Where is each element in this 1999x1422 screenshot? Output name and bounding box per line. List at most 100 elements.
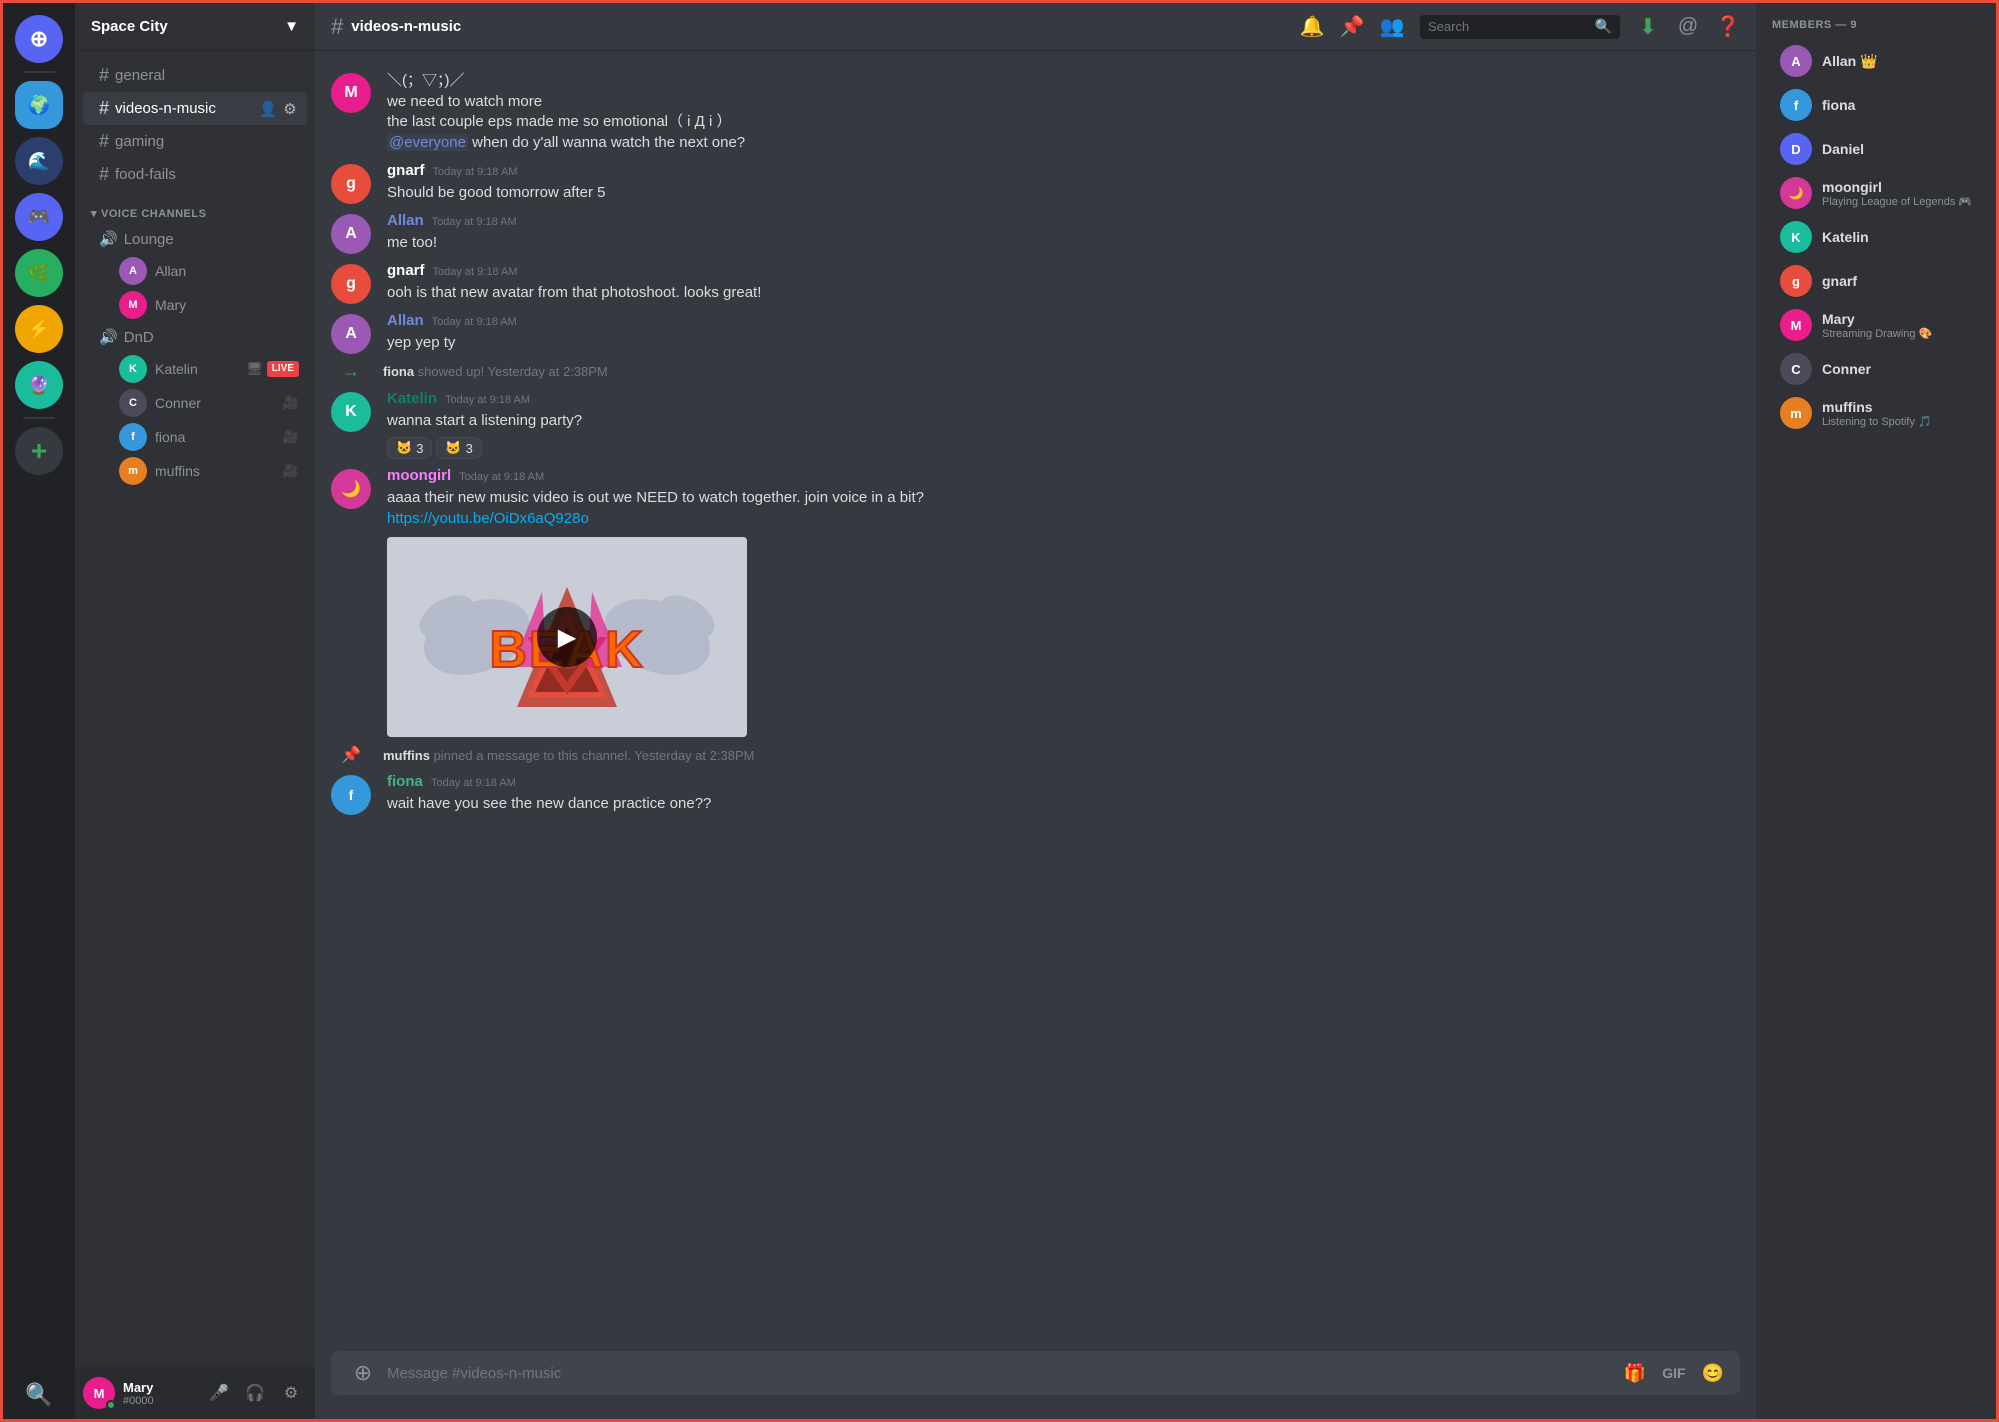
play-button[interactable]: ▶ bbox=[537, 607, 597, 667]
join-icon: → bbox=[342, 361, 360, 382]
discover-icon[interactable]: 🔍 bbox=[27, 1383, 51, 1407]
msg-avatar-moongirl[interactable]: 🌙 bbox=[331, 469, 371, 509]
add-server-button[interactable]: + bbox=[15, 427, 63, 475]
join-icon-wrapper: → bbox=[331, 362, 371, 382]
add-member-icon[interactable]: 👤 bbox=[259, 100, 277, 118]
msg-text-line3: @everyone when do y'all wanna watch the … bbox=[387, 133, 1740, 154]
msg-avatar-gnarf[interactable]: g bbox=[331, 164, 371, 204]
reaction-cat-2[interactable]: 🐱 3 bbox=[436, 437, 481, 459]
voice-channel-lounge[interactable]: 🔊 Lounge bbox=[83, 224, 307, 254]
msg-header-moongirl: moongirl Today at 9:18 AM bbox=[387, 467, 1740, 484]
msg-content-katelin: Katelin Today at 9:18 AM wanna start a l… bbox=[387, 390, 1740, 460]
deafen-button[interactable]: 🎧 bbox=[239, 1377, 271, 1409]
gif-button[interactable]: GIF bbox=[1658, 1363, 1689, 1383]
member-avatar-allan: A bbox=[1780, 45, 1812, 77]
member-name-gnarf: gnarf bbox=[1822, 273, 1980, 289]
member-item-mary[interactable]: M Mary Streaming Drawing 🎨 bbox=[1764, 303, 1988, 347]
at-icon[interactable]: @ bbox=[1676, 15, 1700, 39]
server-header[interactable]: Space City ▼ bbox=[75, 3, 315, 51]
member-item-katelin[interactable]: K Katelin bbox=[1764, 215, 1988, 259]
main-content: # videos-n-music 🔔 📌 👥 Search 🔍 ⬇ @ ❓ M bbox=[315, 3, 1756, 1419]
member-item-daniel[interactable]: D Daniel bbox=[1764, 127, 1988, 171]
voice-channel-dnd[interactable]: 🔊 DnD bbox=[83, 322, 307, 352]
hash-icon: # bbox=[99, 65, 109, 86]
server-icon-5[interactable]: ⚡ bbox=[15, 305, 63, 353]
channel-item-videos-n-music[interactable]: # videos-n-music 👤 ⚙ bbox=[83, 92, 307, 125]
reaction-cat-1[interactable]: 🐱 3 bbox=[387, 437, 432, 459]
msg-avatar-allan-2[interactable]: A bbox=[331, 314, 371, 354]
pin-icon[interactable]: 📌 bbox=[1340, 15, 1364, 39]
settings-icon[interactable]: ⚙ bbox=[281, 100, 299, 118]
msg-username-allan-1[interactable]: Allan bbox=[387, 212, 424, 229]
member-status-muffins: Listening to Spotify 🎵 bbox=[1822, 415, 1980, 428]
member-item-muffins[interactable]: m muffins Listening to Spotify 🎵 bbox=[1764, 391, 1988, 435]
msg-content-moongirl: moongirl Today at 9:18 AM aaaa their new… bbox=[387, 467, 1740, 737]
msg-username-gnarf[interactable]: gnarf bbox=[387, 162, 425, 179]
msg-avatar-katelin[interactable]: K bbox=[331, 392, 371, 432]
help-icon[interactable]: ❓ bbox=[1716, 15, 1740, 39]
msg-text-gnarf-2: ooh is that new avatar from that photosh… bbox=[387, 283, 1740, 304]
download-icon[interactable]: ⬇ bbox=[1636, 15, 1660, 39]
message-group-gnarf-2: g gnarf Today at 9:18 AM ooh is that new… bbox=[315, 258, 1756, 308]
member-status-moongirl: Playing League of Legends 🎮 bbox=[1822, 195, 1980, 208]
voice-member-katelin[interactable]: K Katelin 🖥 LIVE bbox=[83, 352, 307, 386]
mute-button[interactable]: 🎤 bbox=[203, 1377, 235, 1409]
msg-avatar-allan-1[interactable]: A bbox=[331, 214, 371, 254]
add-attachment-button[interactable]: ⊕ bbox=[347, 1357, 379, 1389]
msg-username-gnarf-2[interactable]: gnarf bbox=[387, 262, 425, 279]
server-icon-4[interactable]: 🌿 bbox=[15, 249, 63, 297]
channel-name-videos: videos-n-music bbox=[115, 100, 216, 117]
members-icon[interactable]: 👥 bbox=[1380, 15, 1404, 39]
server-icon-6[interactable]: 🔮 bbox=[15, 361, 63, 409]
channel-list: # general # videos-n-music 👤 ⚙ # gaming … bbox=[75, 51, 315, 1367]
emoji-button[interactable]: 😊 bbox=[1702, 1363, 1724, 1384]
dnd-channel-name: DnD bbox=[124, 329, 154, 346]
voice-member-allan[interactable]: A Allan bbox=[83, 254, 307, 288]
msg-username-fiona[interactable]: fiona bbox=[387, 773, 423, 790]
system-text-fiona-joined: fiona showed up! Yesterday at 2:38PM bbox=[383, 364, 608, 379]
msg-username-katelin[interactable]: Katelin bbox=[387, 390, 437, 407]
channel-item-general[interactable]: # general bbox=[83, 59, 307, 92]
reaction-count-1: 3 bbox=[416, 441, 423, 456]
search-box[interactable]: Search 🔍 bbox=[1420, 15, 1620, 39]
msg-content-allan-1: Allan Today at 9:18 AM me too! bbox=[387, 212, 1740, 254]
voice-member-conner[interactable]: C Conner 🎥 bbox=[83, 386, 307, 420]
msg-avatar-gnarf-2[interactable]: g bbox=[331, 264, 371, 304]
member-item-gnarf[interactable]: g gnarf bbox=[1764, 259, 1988, 303]
notification-bell-icon[interactable]: 🔔 bbox=[1300, 15, 1324, 39]
message-group-fiona: f fiona Today at 9:18 AM wait have you s… bbox=[315, 769, 1756, 819]
member-item-conner[interactable]: C Conner bbox=[1764, 347, 1988, 391]
message-input[interactable] bbox=[387, 1365, 1624, 1382]
member-item-allan[interactable]: A Allan 👑 bbox=[1764, 39, 1988, 83]
discord-home-icon[interactable]: ⊕ bbox=[15, 15, 63, 63]
member-avatar-fiona: f bbox=[1780, 89, 1812, 121]
member-info-allan: Allan 👑 bbox=[1822, 53, 1980, 70]
server-dropdown-icon[interactable]: ▼ bbox=[284, 18, 299, 35]
voice-member-fiona[interactable]: f fiona 🎥 bbox=[83, 420, 307, 454]
msg-username-moongirl[interactable]: moongirl bbox=[387, 467, 451, 484]
katelin-icons: 🖥 LIVE bbox=[246, 361, 299, 377]
msg-username-allan-2[interactable]: Allan bbox=[387, 312, 424, 329]
server-icon-3[interactable]: 🎮 bbox=[15, 193, 63, 241]
member-item-fiona[interactable]: f fiona bbox=[1764, 83, 1988, 127]
voice-section-label: VOICE CHANNELS bbox=[101, 208, 206, 220]
youtube-link[interactable]: https://youtu.be/OiDx6aQ928o bbox=[387, 510, 589, 527]
voice-member-mary[interactable]: M Mary bbox=[83, 288, 307, 322]
voice-channels-header[interactable]: ▾ VOICE CHANNELS bbox=[75, 191, 315, 224]
msg-header-gnarf-1: gnarf Today at 9:18 AM bbox=[387, 162, 1740, 179]
video-embed[interactable]: BEAK ▶ bbox=[387, 537, 747, 737]
user-name: Mary bbox=[123, 1380, 195, 1395]
voice-member-name-katelin: Katelin bbox=[155, 361, 198, 377]
settings-button[interactable]: ⚙ bbox=[275, 1377, 307, 1409]
member-name-fiona: fiona bbox=[1822, 97, 1980, 113]
channel-item-food-fails[interactable]: # food-fails bbox=[83, 158, 307, 191]
member-item-moongirl[interactable]: 🌙 moongirl Playing League of Legends 🎮 bbox=[1764, 171, 1988, 215]
voice-member-muffins[interactable]: m muffins 🎥 bbox=[83, 454, 307, 488]
crown-icon: 👑 bbox=[1860, 53, 1877, 70]
voice-member-avatar-katelin: K bbox=[119, 355, 147, 383]
server-icon-2[interactable]: 🌊 bbox=[15, 137, 63, 185]
channel-item-gaming[interactable]: # gaming bbox=[83, 125, 307, 158]
gift-icon[interactable]: 🎁 bbox=[1624, 1363, 1646, 1384]
msg-avatar-fiona[interactable]: f bbox=[331, 775, 371, 815]
server-icon-1[interactable]: 🌍 bbox=[15, 81, 63, 129]
